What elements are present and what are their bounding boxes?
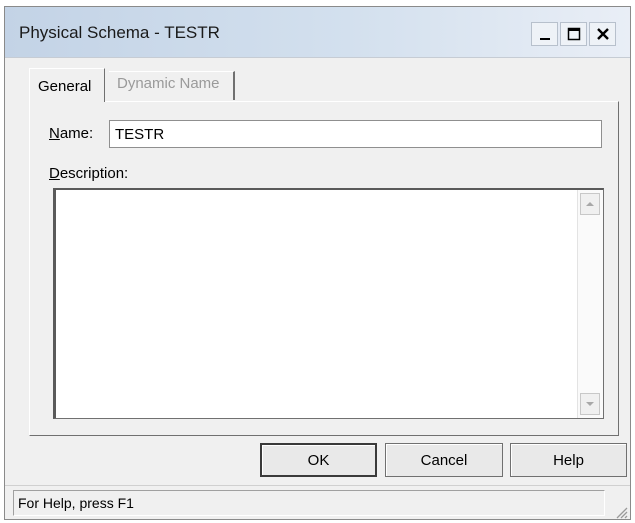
tab-dynamic-name-label: Dynamic Name — [117, 75, 220, 92]
description-label-text: escription: — [59, 165, 129, 182]
close-button[interactable] — [589, 22, 616, 46]
minimize-icon — [539, 38, 550, 40]
window-title: Physical Schema - TESTR — [19, 23, 220, 42]
name-label-text: ame: — [59, 125, 94, 142]
status-pane: For Help, press F1 — [13, 490, 605, 516]
scroll-down-arrow-icon — [586, 402, 594, 406]
minimize-button[interactable] — [531, 22, 558, 46]
dialog-window: Physical Schema - TESTR General Dynamic … — [4, 6, 631, 520]
description-scrollbar[interactable] — [577, 190, 603, 418]
status-text: For Help, press F1 — [18, 495, 134, 511]
title-bar[interactable]: Physical Schema - TESTR — [5, 7, 630, 58]
ok-button[interactable]: OK — [260, 443, 377, 477]
name-label: Name: — [49, 125, 93, 142]
tab-general[interactable]: General — [29, 68, 105, 102]
maximize-icon — [567, 27, 580, 41]
tab-general-label: General — [38, 78, 92, 95]
cancel-button[interactable]: Cancel — [385, 443, 503, 477]
scroll-down-button[interactable] — [580, 393, 600, 415]
description-textarea[interactable] — [53, 188, 604, 419]
size-grip-icon[interactable] — [614, 505, 628, 519]
status-bar: For Help, press F1 — [5, 485, 630, 521]
close-icon — [596, 28, 609, 40]
name-field[interactable] — [109, 120, 602, 148]
name-label-accelerator: N — [49, 125, 60, 142]
maximize-button[interactable] — [560, 22, 587, 46]
description-label: Description: — [49, 165, 128, 182]
scroll-up-arrow-icon — [586, 202, 594, 206]
tab-dynamic-name[interactable]: Dynamic Name — [109, 71, 235, 100]
scroll-up-button[interactable] — [580, 193, 600, 215]
help-button[interactable]: Help — [510, 443, 627, 477]
description-label-accelerator: D — [49, 165, 60, 182]
